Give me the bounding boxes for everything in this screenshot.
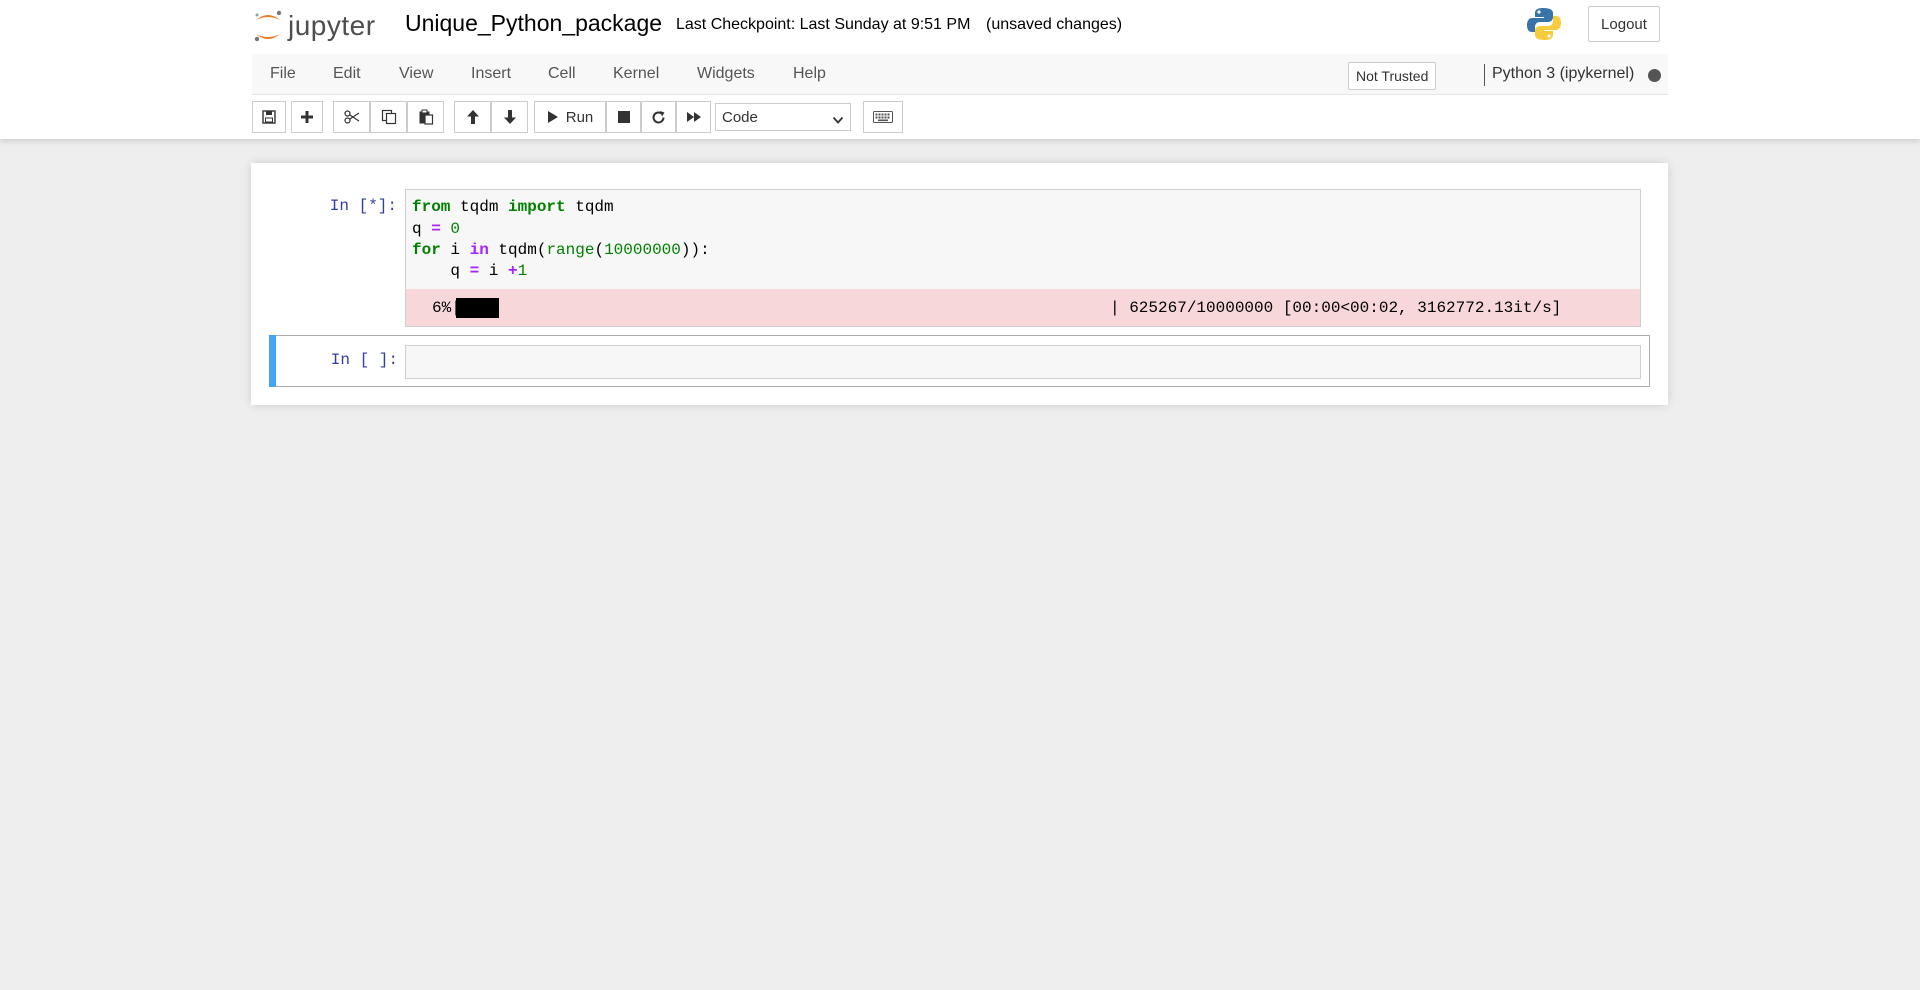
menu-widgets[interactable]: Widgets [697,65,755,83]
toolbar: Run Code [252,100,1668,134]
jupyter-logo[interactable]: jupyter [252,6,376,46]
notebook-header: jupyter Unique_Python_package Last Check… [0,0,1920,139]
arrow-down-icon [503,109,517,125]
code-line: from tqdm import tqdm [412,198,614,216]
cell-type-dropdown[interactable]: Code [715,103,851,131]
copy-icon [381,109,397,125]
menu-cell[interactable]: Cell [548,65,576,83]
kernel-name[interactable]: Python 3 (ipykernel) [1492,65,1634,83]
menu-help[interactable]: Help [793,65,826,83]
move-down-button[interactable] [491,101,528,133]
restart-kernel-button[interactable] [641,101,676,133]
plus-icon [300,110,314,124]
run-label: Run [565,108,594,126]
code-line: q = i +1 [412,262,528,280]
notebook-container: In [*]: from tqdm import tqdm q = 0 for … [251,163,1668,405]
menubar: File Edit View Insert Cell Kernel Widget… [252,54,1668,95]
not-trusted-button[interactable]: Not Trusted [1348,62,1437,90]
arrow-up-icon [466,109,480,125]
insert-cell-button[interactable] [291,101,323,133]
play-icon [547,110,559,124]
code-line: for i in tqdm(range(10000000)): [412,241,710,259]
cut-icon [343,110,360,124]
checkpoint-status: Last Checkpoint: Last Sunday at 9:51 PM [676,16,971,33]
command-palette-button[interactable] [863,101,903,133]
menu-kernel[interactable]: Kernel [613,65,659,83]
restart-run-all-button[interactable] [676,101,711,133]
paste-button[interactable] [407,101,444,133]
input-prompt: In [ ]: [330,351,398,369]
autosave-status: (unsaved changes) [986,16,1123,33]
restart-icon [651,110,666,125]
stderr-output: 6%| | 625267/10000000 [00:00<00:02, 3162… [405,289,1641,327]
code-editor[interactable]: from tqdm import tqdm q = 0 for i in tqd… [405,189,1641,289]
paste-icon [418,109,434,125]
input-prompt: In [*]: [329,197,397,215]
kernel-separator [1484,64,1485,86]
progress-stats: | 625267/10000000 [00:00<00:02, 3162772.… [1110,299,1562,317]
save-button[interactable] [252,101,286,133]
fast-forward-icon [686,111,702,123]
stop-icon [617,111,630,123]
code-cell-selected[interactable]: In [ ]: [269,335,1650,387]
progress-bar [456,298,1146,318]
progress-bar-fill [456,298,500,318]
menu-edit[interactable]: Edit [333,65,361,83]
move-up-button[interactable] [454,101,491,133]
jupyter-logo-text: jupyter [288,10,376,41]
logout-button[interactable]: Logout [1588,6,1660,42]
header-top: jupyter Unique_Python_package Last Check… [0,0,1920,52]
menu-view[interactable]: View [399,65,433,83]
code-editor[interactable] [405,345,1641,379]
menu-file[interactable]: File [270,65,296,83]
menu-insert[interactable]: Insert [471,65,511,83]
python-logo-icon [1526,6,1562,42]
run-button[interactable]: Run [534,101,606,133]
copy-button[interactable] [370,101,407,133]
interrupt-kernel-button[interactable] [606,101,641,133]
code-line: q = 0 [412,220,461,238]
cell-type-value: Code [722,108,758,126]
kernel-busy-indicator-icon [1648,69,1661,82]
save-icon [262,110,276,124]
jupyter-logo-icon [252,8,284,44]
chevron-down-icon [832,112,844,129]
notebook-title[interactable]: Unique_Python_package [405,10,662,37]
cut-button[interactable] [333,101,370,133]
keyboard-icon [873,111,893,123]
